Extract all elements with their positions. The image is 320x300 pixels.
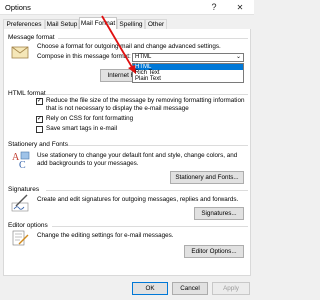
annotation-arrow: [101, 15, 136, 74]
section-divider: [46, 94, 248, 95]
section-html-format: HTML format: [8, 90, 46, 97]
editor-description: Change the editing settings for e-mail m…: [37, 232, 174, 239]
close-button[interactable]: ✕: [232, 1, 248, 14]
ok-button[interactable]: OK: [132, 282, 168, 295]
section-divider: [46, 190, 248, 191]
cancel-button[interactable]: Cancel: [172, 282, 208, 295]
section-signatures: Signatures: [8, 186, 40, 193]
smart-tags-checkbox[interactable]: [36, 126, 43, 133]
window-title: Options: [5, 3, 31, 12]
compose-format-dropdown: HTML Rich Text Plain Text: [132, 63, 244, 83]
section-divider: [52, 226, 248, 227]
apply-button[interactable]: Apply: [212, 282, 250, 295]
envelope-icon: [11, 45, 29, 59]
section-editor-options: Editor options: [8, 222, 48, 229]
help-button[interactable]: ?: [206, 1, 222, 14]
section-stationery: Stationery and Fonts: [8, 141, 68, 148]
stationery-fonts-button[interactable]: Stationery and Fonts...: [170, 171, 244, 184]
signatures-description: Create and edit signatures for outgoing …: [37, 196, 239, 203]
editor-document-icon: [11, 230, 29, 246]
section-divider: [68, 145, 248, 146]
title-bar: Options ? ✕: [0, 0, 254, 15]
reduce-size-checkbox[interactable]: ✓: [36, 98, 43, 105]
signature-pen-icon: [11, 194, 31, 212]
stationery-fonts-icon: A C: [11, 150, 31, 171]
section-message-format: Message format: [8, 34, 55, 41]
chevron-down-icon[interactable]: ⌄: [236, 54, 241, 61]
svg-text:C: C: [19, 160, 26, 170]
stationery-description-1: Use stationery to change your default fo…: [37, 152, 238, 159]
section-divider: [58, 38, 248, 39]
dropdown-option-plain-text[interactable]: Plain Text: [133, 76, 243, 82]
smart-tags-label: Save smart tags in e-mail: [46, 125, 118, 132]
signatures-button[interactable]: Signatures...: [194, 207, 244, 220]
editor-options-button[interactable]: Editor Options...: [184, 245, 244, 258]
stationery-description-2: add backgrounds to your messages.: [37, 160, 139, 167]
reduce-size-label-1: Reduce the file size of the message by r…: [46, 97, 245, 104]
rely-css-checkbox[interactable]: ✓: [36, 116, 43, 123]
rely-css-label: Rely on CSS for font formatting: [46, 115, 134, 122]
compose-format-select[interactable]: HTML ⌄: [132, 53, 244, 62]
reduce-size-label-2: that is not necessary to display the e-m…: [46, 105, 189, 112]
